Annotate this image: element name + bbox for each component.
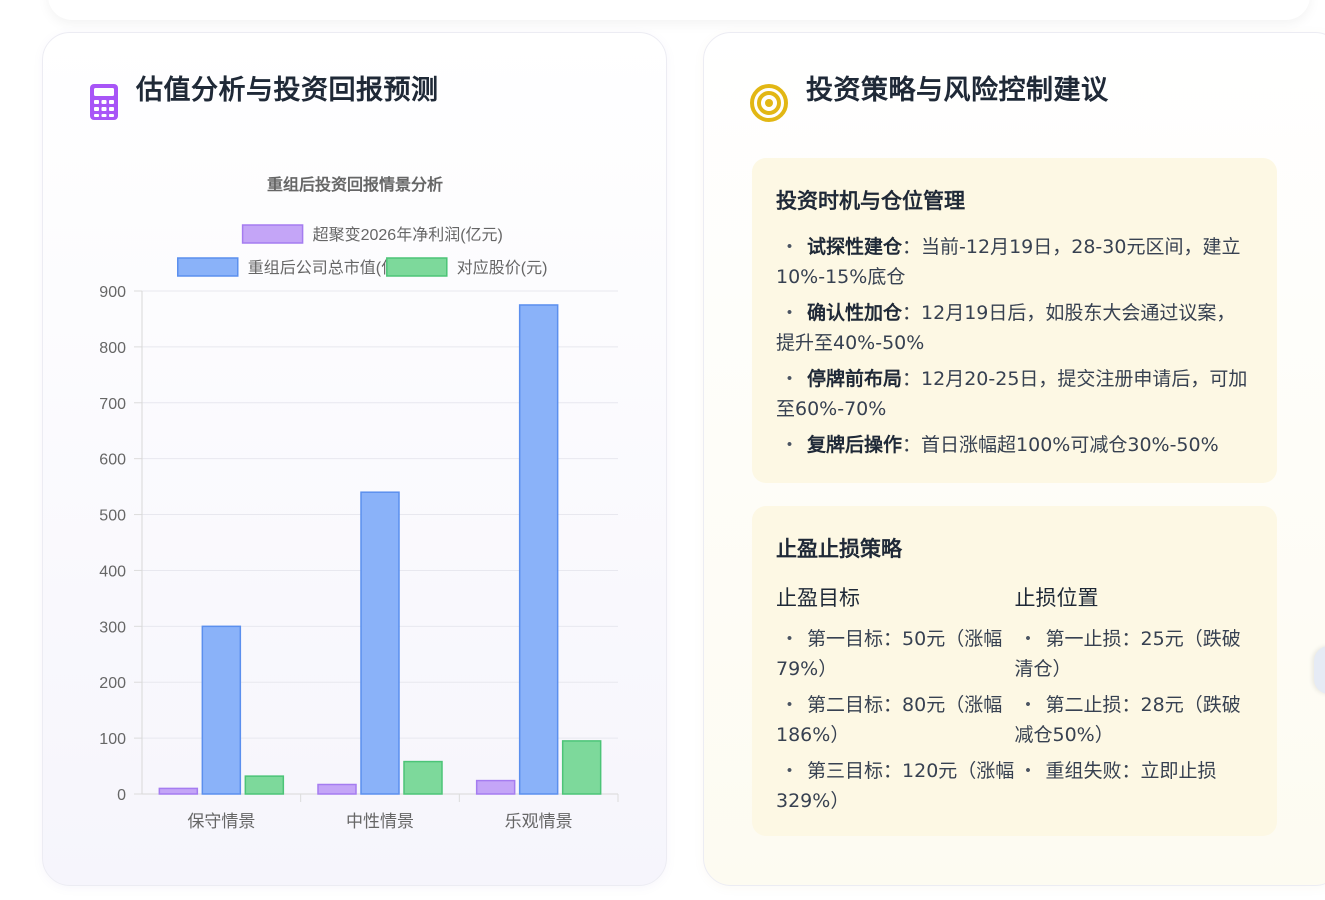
list-item: ・复牌后操作：首日涨幅超100%可减仓30%-50% <box>780 434 1219 456</box>
list-item: ・确认性加仓：12月19日后，如股东大会通过议案，提升至40%-50% <box>776 302 1236 354</box>
timing-heading: 投资时机与仓位管理 <box>776 189 965 213</box>
stop-strategy-heading: 止盈止损策略 <box>776 537 902 561</box>
timing-panel: 投资时机与仓位管理 ・试探性建仓：当前-12月19日，28-30元区间，建立10… <box>752 158 1277 483</box>
list-item: ・停牌前布局：12月20-25日，提交注册申请后，可加至60%-70% <box>776 368 1248 420</box>
take-profit-heading: 止盈目标 <box>776 586 860 610</box>
strategy-card-title: 投资策略与风险控制建议 <box>806 75 1109 106</box>
take-profit-column: 止盈目标 ・第一目标：50元（涨幅79%） ・第二目标：80元（涨幅186%） … <box>776 582 1015 822</box>
list-item: ・试探性建仓：当前-12月19日，28-30元区间，建立10%-15%底仓 <box>776 236 1241 288</box>
stop-loss-heading: 止损位置 <box>1014 586 1099 610</box>
list-item: ・第三目标：120元（涨幅329%） <box>776 760 1015 812</box>
previous-card-bottom <box>48 0 1310 20</box>
stop-loss-column: 止损位置 ・第一止损：25元（跌破清仓） ・第二止损：28元（跌破减仓50%） … <box>1015 582 1254 822</box>
timing-list: ・试探性建仓：当前-12月19日，28-30元区间，建立10%-15%底仓 ・确… <box>776 232 1253 460</box>
stop-strategy-panel: 止盈止损策略 止盈目标 ・第一目标：50元（涨幅79%） ・第二目标：80元（涨… <box>752 506 1277 836</box>
list-item: ・第一目标：50元（涨幅79%） <box>776 628 1003 680</box>
target-icon <box>750 84 788 122</box>
list-item: ・重组失败：立即止损 <box>1018 760 1217 782</box>
list-item: ・第一止损：25元（跌破清仓） <box>1014 628 1241 680</box>
valuation-card <box>42 32 667 886</box>
stop-columns: 止盈目标 ・第一目标：50元（涨幅79%） ・第二目标：80元（涨幅186%） … <box>776 582 1253 822</box>
list-item: ・第二止损：28元（跌破减仓50%） <box>1014 694 1241 746</box>
list-item: ・第二目标：80元（涨幅186%） <box>776 694 1003 746</box>
scroll-to-top-button[interactable] <box>1314 646 1325 694</box>
valuation-card-title: 估值分析与投资回报预测 <box>136 75 439 106</box>
calculator-icon <box>90 84 118 120</box>
